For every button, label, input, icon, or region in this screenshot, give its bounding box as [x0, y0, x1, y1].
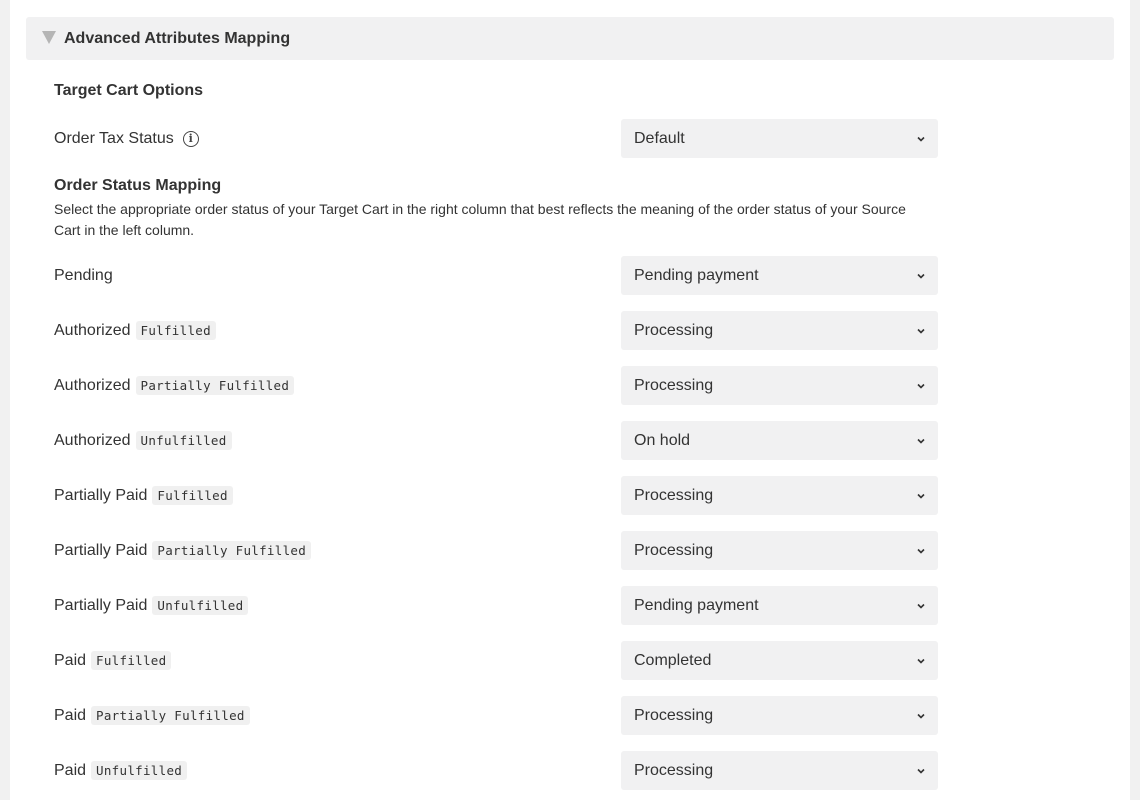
- target-status-select[interactable]: Processing: [621, 311, 938, 350]
- order-tax-status-row: Order Tax Status i Default: [54, 119, 938, 158]
- settings-panel: Advanced Attributes Mapping Target Cart …: [10, 0, 1130, 800]
- select-value: Processing: [634, 486, 714, 504]
- select-value: On hold: [634, 431, 691, 449]
- status-mapping-row: Paid Fulfilled Completed: [54, 641, 938, 680]
- source-status-label: Paid: [54, 706, 87, 724]
- status-mapping-row: Pending Pending payment: [54, 256, 938, 295]
- source-status-label: Authorized: [54, 321, 131, 339]
- source-status-label: Partially Paid: [54, 486, 148, 504]
- status-mapping-row: Paid Unfulfilled Processing: [54, 751, 938, 790]
- select-value: Completed: [634, 651, 712, 669]
- source-status-label: Authorized: [54, 431, 131, 449]
- chevron-down-icon: [917, 273, 925, 279]
- status-mapping-row: Partially Paid Partially Fulfilled Process…: [54, 531, 938, 570]
- source-status-label-wrap: Partially Paid Fulfilled: [54, 486, 233, 505]
- source-status-label-wrap: Authorized Fulfilled: [54, 321, 216, 340]
- order-status-mapping-description: Select the appropriate order status of y…: [54, 201, 906, 238]
- chevron-down-icon: [917, 548, 925, 554]
- fulfillment-status-tag: Unfulfilled: [152, 596, 249, 615]
- select-value: Default: [634, 129, 685, 147]
- target-status-select[interactable]: Completed: [621, 641, 938, 680]
- status-mapping-row: Paid Partially Fulfilled Processing: [54, 696, 938, 735]
- fulfillment-status-tag: Unfulfilled: [91, 761, 188, 780]
- order-tax-status-label: Order Tax Status: [54, 129, 174, 147]
- source-status-label-wrap: Paid Partially Fulfilled: [54, 706, 250, 725]
- source-status-label: Pending: [54, 266, 113, 284]
- chevron-down-icon: [917, 438, 925, 444]
- select-value: Processing: [634, 706, 714, 724]
- accordion-title: Advanced Attributes Mapping: [64, 29, 291, 47]
- fulfillment-status-tag: Partially Fulfilled: [152, 541, 312, 560]
- source-status-label-wrap: Partially Paid Partially Fulfilled: [54, 541, 312, 560]
- chevron-down-icon: [917, 136, 925, 142]
- fulfillment-status-tag: Partially Fulfilled: [135, 376, 295, 395]
- chevron-down-icon: [917, 603, 925, 609]
- status-mapping-row: Partially Paid Unfulfilled Pending payment: [54, 586, 938, 625]
- accordion-header[interactable]: Advanced Attributes Mapping: [26, 17, 1114, 60]
- target-status-select[interactable]: Processing: [621, 531, 938, 570]
- source-status-label: Partially Paid: [54, 541, 148, 559]
- fulfillment-status-tag: Partially Fulfilled: [91, 706, 250, 725]
- target-status-select[interactable]: Processing: [621, 366, 938, 405]
- chevron-down-icon: [917, 328, 925, 334]
- target-status-select[interactable]: Processing: [621, 476, 938, 515]
- order-tax-status-label-wrap: Order Tax Status i: [54, 130, 199, 148]
- source-status-label: Paid: [54, 761, 87, 779]
- target-cart-options-title: Target Cart Options: [54, 82, 204, 99]
- chevron-down-icon: [917, 768, 925, 774]
- select-value: Processing: [634, 321, 714, 339]
- fulfillment-status-tag: Fulfilled: [91, 651, 172, 670]
- select-value: Processing: [634, 761, 714, 779]
- info-circle-icon[interactable]: i: [182, 130, 199, 147]
- fulfillment-status-tag: Fulfilled: [152, 486, 233, 505]
- target-status-select[interactable]: Pending payment: [621, 256, 938, 295]
- source-status-label-wrap: Authorized Partially Fulfilled: [54, 376, 295, 395]
- triangle-down-icon: [42, 31, 56, 44]
- select-value: Pending payment: [634, 596, 759, 614]
- select-value: Processing: [634, 376, 714, 394]
- source-status-label: Authorized: [54, 376, 131, 394]
- status-mapping-row: Authorized Fulfilled Processing: [54, 311, 938, 350]
- fulfillment-status-tag: Fulfilled: [135, 321, 216, 340]
- target-status-select[interactable]: Processing: [621, 751, 938, 790]
- status-mapping-row: Authorized Unfulfilled On hold: [54, 421, 938, 460]
- order-status-mapping-title: Order Status Mapping: [54, 177, 222, 194]
- source-status-label-wrap: Partially Paid Unfulfilled: [54, 596, 249, 615]
- fulfillment-status-tag: Unfulfilled: [135, 431, 232, 450]
- source-status-label-wrap: Paid Unfulfilled: [54, 761, 188, 780]
- source-status-label: Partially Paid: [54, 596, 148, 614]
- target-status-select[interactable]: Processing: [621, 696, 938, 735]
- target-status-select[interactable]: On hold: [621, 421, 938, 460]
- chevron-down-icon: [917, 658, 925, 664]
- status-mapping-row: Authorized Partially Fulfilled Processing: [54, 366, 938, 405]
- chevron-down-icon: [917, 493, 925, 499]
- source-status-label-wrap: Pending: [54, 267, 113, 285]
- source-status-label-wrap: Paid Fulfilled: [54, 651, 172, 670]
- chevron-down-icon: [917, 383, 925, 389]
- target-status-select[interactable]: Pending payment: [621, 586, 938, 625]
- select-value: Processing: [634, 541, 714, 559]
- status-mapping-row: Partially Paid Fulfilled Processing: [54, 476, 938, 515]
- chevron-down-icon: [917, 713, 925, 719]
- order-tax-status-select[interactable]: Default: [621, 119, 938, 158]
- select-value: Pending payment: [634, 266, 759, 284]
- source-status-label-wrap: Authorized Unfulfilled: [54, 431, 232, 450]
- source-status-label: Paid: [54, 651, 87, 669]
